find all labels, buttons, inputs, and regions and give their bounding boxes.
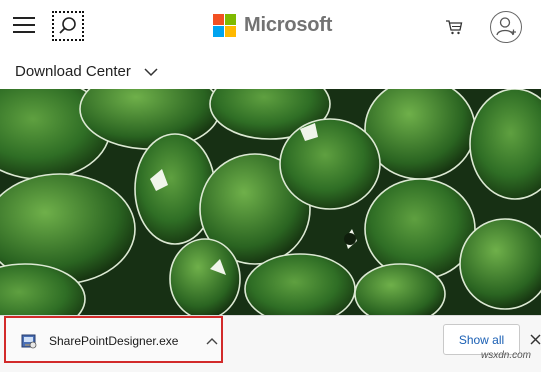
succulent-image	[0, 89, 541, 315]
avatar-icon	[496, 17, 516, 36]
cart-button[interactable]	[445, 18, 463, 36]
installer-icon	[21, 334, 37, 349]
chevron-up-icon[interactable]	[206, 337, 218, 345]
chevron-down-icon[interactable]	[144, 67, 158, 77]
download-bar: SharePointDesigner.exe Show all	[0, 315, 541, 372]
site-header: Microsoft	[0, 0, 541, 56]
close-icon[interactable]	[529, 332, 541, 346]
download-item[interactable]: SharePointDesigner.exe	[4, 316, 223, 363]
microsoft-logo-icon	[213, 13, 236, 37]
hero-image	[0, 89, 541, 315]
logo-text: Microsoft	[244, 13, 333, 36]
download-center-link[interactable]: Download Center	[15, 63, 131, 80]
hamburger-menu-button[interactable]	[13, 17, 35, 35]
account-button[interactable]	[490, 11, 522, 43]
search-icon	[59, 17, 76, 34]
download-center-nav: Download Center	[0, 55, 541, 89]
watermark-text: wsxdn.com	[481, 350, 532, 361]
cart-icon	[446, 20, 463, 35]
download-file-name: SharePointDesigner.exe	[49, 334, 179, 348]
search-button[interactable]	[52, 11, 84, 41]
microsoft-logo[interactable]: Microsoft	[213, 13, 332, 37]
